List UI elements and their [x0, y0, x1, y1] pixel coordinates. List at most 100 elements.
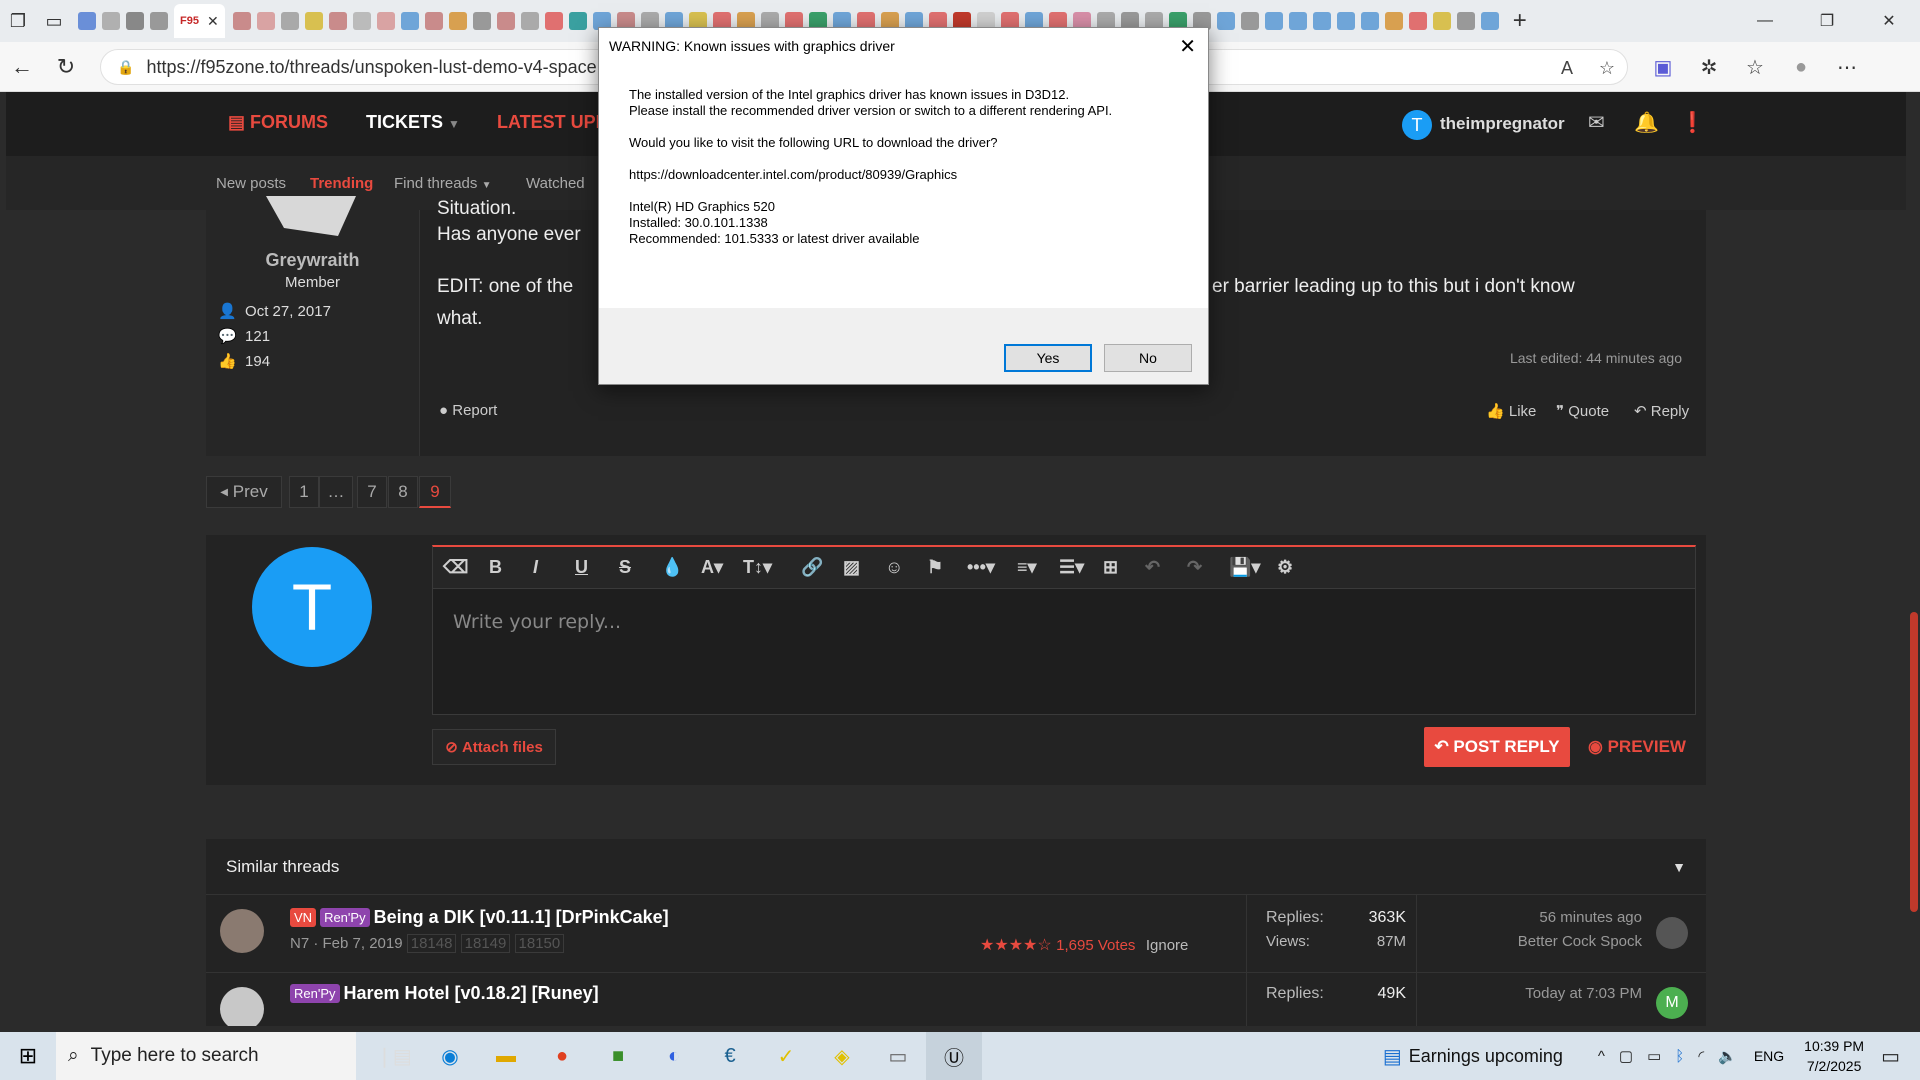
- flag-icon[interactable]: ⚑: [927, 557, 943, 578]
- username-link[interactable]: theimpregnator: [1440, 114, 1565, 134]
- nav-latest-updates[interactable]: LATEST UPD: [497, 112, 609, 133]
- font-family-icon[interactable]: A▾: [701, 557, 723, 578]
- redo-icon[interactable]: ↷: [1187, 557, 1202, 578]
- unreal-engine-icon[interactable]: Ⓤ: [926, 1032, 982, 1080]
- last-poster-avatar[interactable]: [1656, 917, 1688, 949]
- news-widget[interactable]: Earnings upcoming: [1409, 1046, 1563, 1067]
- pagination-current-page[interactable]: 9: [419, 476, 451, 508]
- preview-button[interactable]: ◉ PREVIEW: [1588, 737, 1686, 757]
- italic-icon[interactable]: I: [533, 557, 538, 578]
- subnav-trending[interactable]: Trending: [310, 175, 373, 192]
- new-tab-button[interactable]: +: [1513, 7, 1527, 35]
- app-icon[interactable]: ✓: [758, 1032, 814, 1080]
- page-scrollbar[interactable]: [1906, 92, 1920, 1026]
- reload-icon[interactable]: ↻: [44, 54, 88, 80]
- task-view-icon[interactable]: ❘▤: [366, 1032, 422, 1080]
- font-size-icon[interactable]: T↕▾: [743, 557, 772, 578]
- app-icon[interactable]: ◈: [814, 1032, 870, 1080]
- pagination-page[interactable]: 7: [357, 476, 387, 508]
- edge-browser-icon[interactable]: ◉: [422, 1032, 478, 1080]
- tab-actions-icon[interactable]: ▭: [36, 3, 72, 39]
- report-button[interactable]: ● Report: [439, 402, 497, 419]
- reply-button[interactable]: ↶ Reply: [1634, 402, 1689, 420]
- app-icon[interactable]: ◐: [646, 1032, 702, 1080]
- close-window-icon[interactable]: ✕: [1858, 0, 1920, 42]
- tag-renpy[interactable]: Ren'Py: [320, 908, 370, 927]
- yes-button[interactable]: Yes: [1004, 344, 1092, 372]
- no-button[interactable]: No: [1104, 344, 1192, 372]
- color-drop-icon[interactable]: 💧: [661, 557, 683, 578]
- browser-tab[interactable]: [126, 12, 144, 30]
- subnav-new-posts[interactable]: New posts: [216, 175, 286, 192]
- ea-app-icon[interactable]: ●: [534, 1032, 590, 1080]
- last-post-time[interactable]: Today at 7:03 PM: [1525, 985, 1642, 1002]
- chevron-up-icon[interactable]: ^: [1598, 1048, 1605, 1065]
- volume-icon[interactable]: 🔈: [1718, 1047, 1737, 1065]
- read-aloud-icon[interactable]: A: [1547, 58, 1587, 79]
- app-icon[interactable]: ▭: [870, 1032, 926, 1080]
- browser-tab[interactable]: [150, 12, 168, 30]
- last-post-user[interactable]: Better Cock Spock: [1518, 933, 1642, 950]
- extension-icon[interactable]: ▣: [1640, 55, 1686, 80]
- attach-files-button[interactable]: ⊘ Attach files: [432, 729, 556, 765]
- tray-app-icon[interactable]: ▢: [1619, 1047, 1633, 1065]
- bell-icon[interactable]: 🔔: [1634, 110, 1659, 135]
- strikethrough-icon[interactable]: S: [619, 557, 631, 578]
- inbox-icon[interactable]: ✉: [1588, 110, 1605, 135]
- dialog-close-icon[interactable]: ✕: [1179, 34, 1196, 59]
- similar-thread-row[interactable]: Ren'Py Harem Hotel [v0.18.2] [Runey] Repl…: [206, 973, 1706, 1026]
- pagination-page[interactable]: 8: [388, 476, 418, 508]
- similar-threads-header[interactable]: Similar threads ▼: [206, 839, 1706, 895]
- user-avatar[interactable]: T: [1402, 110, 1432, 140]
- close-tab-icon[interactable]: ✕: [207, 13, 219, 30]
- thread-title[interactable]: Harem Hotel [v0.18.2] [Runey]: [344, 983, 599, 1003]
- wifi-icon[interactable]: ◜: [1698, 1047, 1704, 1065]
- nav-forums[interactable]: ▤ FORUMS: [228, 112, 328, 133]
- news-icon[interactable]: ▤: [1383, 1044, 1402, 1069]
- image-icon[interactable]: ▨: [843, 557, 860, 578]
- thread-title[interactable]: Being a DIK [v0.11.1] [DrPinkCake]: [374, 907, 669, 927]
- favorite-star-icon[interactable]: ☆: [1587, 58, 1627, 79]
- post-reply-button[interactable]: ↶ POST REPLY: [1424, 727, 1570, 767]
- pagination-prev[interactable]: ◀ Prev: [206, 476, 282, 508]
- author-name[interactable]: Greywraith: [206, 250, 419, 271]
- taskbar-search[interactable]: ⌕ Type here to search: [56, 1032, 356, 1080]
- app-icon[interactable]: €: [702, 1032, 758, 1080]
- settings-gear-icon[interactable]: ⚙: [1277, 557, 1293, 578]
- maximize-icon[interactable]: ❐: [1796, 0, 1858, 42]
- thread-page-link[interactable]: 18149: [460, 934, 511, 953]
- favorites-icon[interactable]: ☆: [1732, 55, 1778, 80]
- collapse-icon[interactable]: ▼: [1672, 859, 1686, 875]
- minimize-icon[interactable]: —: [1734, 0, 1796, 42]
- minecraft-icon[interactable]: ■: [590, 1032, 646, 1080]
- last-post-time[interactable]: 56 minutes ago: [1539, 909, 1642, 926]
- clock[interactable]: 10:39 PM 7/2/2025: [1804, 1036, 1864, 1076]
- windows-start-icon[interactable]: ⊞: [0, 1043, 56, 1069]
- like-button[interactable]: 👍 Like: [1486, 402, 1536, 420]
- browser-tab[interactable]: [102, 12, 120, 30]
- alerts-icon[interactable]: ❗: [1680, 110, 1705, 135]
- ignore-link[interactable]: Ignore: [1146, 937, 1189, 954]
- pagination-page[interactable]: 1: [289, 476, 319, 508]
- emoji-icon[interactable]: ☺: [885, 557, 903, 578]
- language-indicator[interactable]: ENG: [1754, 1048, 1784, 1064]
- bluetooth-icon[interactable]: ᛒ: [1675, 1048, 1684, 1065]
- reply-textarea[interactable]: Write your reply...: [453, 611, 621, 633]
- back-icon[interactable]: ←: [0, 54, 44, 80]
- active-browser-tab[interactable]: F95 ✕: [174, 4, 225, 38]
- notifications-icon[interactable]: ▭: [1881, 1044, 1900, 1069]
- bold-icon[interactable]: B: [489, 557, 502, 578]
- underline-icon[interactable]: U: [575, 557, 588, 578]
- nav-tickets[interactable]: TICKETS ▼: [366, 112, 460, 133]
- more-menu-icon[interactable]: ⋯: [1824, 55, 1870, 80]
- list-icon[interactable]: ☰▾: [1059, 557, 1084, 578]
- thread-page-link[interactable]: 18150: [514, 934, 565, 953]
- subnav-find-threads[interactable]: Find threads ▼: [394, 175, 491, 192]
- file-explorer-icon[interactable]: ▬: [478, 1032, 534, 1080]
- undo-icon[interactable]: ↶: [1145, 557, 1160, 578]
- align-icon[interactable]: ≡▾: [1017, 557, 1037, 578]
- extensions-puzzle-icon[interactable]: ✲: [1686, 55, 1732, 80]
- more-options-icon[interactable]: •••▾: [967, 557, 995, 578]
- thread-author-avatar[interactable]: [220, 987, 264, 1026]
- save-draft-icon[interactable]: 💾▾: [1229, 557, 1260, 578]
